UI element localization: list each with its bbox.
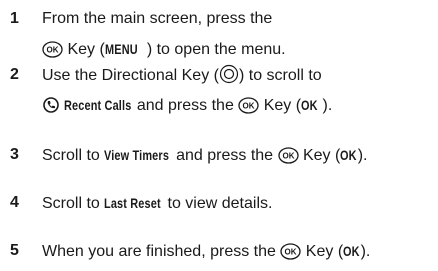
step-text: Scroll to Last Reset to view details.	[42, 192, 436, 214]
svg-text:OK: OK	[243, 102, 255, 111]
step-text-part: Scroll to	[42, 195, 105, 212]
ok-command: OK	[343, 243, 360, 259]
step-text-part: When you are finished, press the	[42, 243, 281, 260]
last-reset-command: Last Reset	[104, 195, 162, 211]
step-text-part: to view details.	[163, 195, 273, 212]
svg-text:OK: OK	[47, 46, 59, 55]
recent-calls-command: Recent Calls	[64, 97, 132, 113]
step-line: Scroll to View Timers and press the OK K…	[42, 144, 436, 166]
step-line: From the main screen, press the	[42, 8, 436, 30]
recent-calls-icon	[42, 96, 60, 114]
step-line: Scroll to Last Reset to view details.	[42, 192, 436, 214]
instruction-steps: 1 From the main screen, press the OK Key…	[0, 0, 438, 271]
ok-key-icon: OK	[238, 97, 259, 114]
step-text-part: and press the	[132, 97, 239, 114]
menu-command: MENU	[104, 41, 138, 57]
step-text-part: Key (	[259, 97, 302, 114]
step-number: 3	[10, 146, 19, 163]
ok-key-icon: OK	[280, 243, 302, 260]
step-text: Use the Directional Key ( ) to scroll to…	[42, 64, 436, 116]
ok-command: OK	[340, 147, 357, 163]
step-number: 1	[10, 10, 19, 27]
step-line: Use the Directional Key ( ) to scroll to	[42, 64, 436, 86]
step-text: Scroll to View Timers and press the OK K…	[42, 144, 436, 166]
ok-command: OK	[301, 97, 318, 113]
step-text-part: ).	[357, 147, 368, 164]
step-number: 2	[10, 66, 19, 83]
step-text-part: Scroll to	[42, 147, 105, 164]
step-text: From the main screen, press the OK Key (…	[42, 8, 436, 60]
step-text-part: and press the	[171, 147, 278, 164]
step-text-part: Key (	[63, 41, 105, 58]
step-line: When you are finished, press the OK Key …	[42, 240, 436, 262]
step-text-part: ) to open the menu.	[146, 41, 286, 58]
step-text-part: ).	[360, 243, 371, 260]
svg-text:OK: OK	[285, 248, 297, 257]
step-text-part: From the main screen, press the	[42, 10, 273, 27]
step-text: When you are finished, press the OK Key …	[42, 240, 436, 262]
step-number: 5	[10, 242, 19, 259]
step-text-part: Use the Directional Key (	[42, 67, 219, 84]
ok-key-icon: OK	[42, 41, 63, 58]
directional-key-icon	[219, 64, 239, 84]
step-line: OK Key (MENU ) to open the menu.	[42, 38, 436, 60]
step-line: Recent Calls and press the OK Key (OK).	[42, 94, 436, 116]
step-number: 4	[10, 194, 19, 211]
step-text-part: ) to scroll to	[238, 67, 322, 84]
view-timers-command: View Timers	[104, 147, 170, 163]
step-text-part: Key (	[301, 243, 344, 260]
svg-text:OK: OK	[282, 152, 294, 161]
step-text-part: Key (	[298, 147, 341, 164]
ok-key-icon: OK	[277, 147, 299, 164]
step-text-part: ).	[322, 97, 333, 114]
